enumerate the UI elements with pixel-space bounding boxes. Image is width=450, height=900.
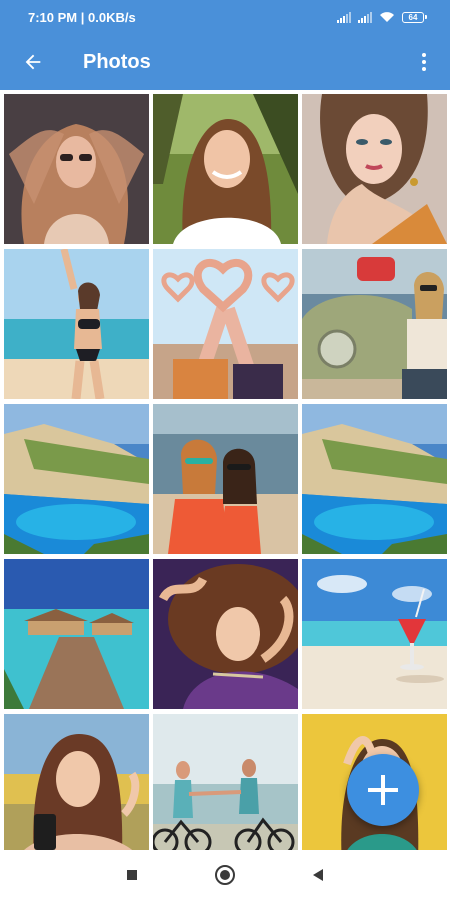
system-nav-bar [0, 850, 450, 900]
photo-woman-portrait-pose[interactable] [302, 94, 447, 244]
photo-couple-bicycles[interactable] [153, 714, 298, 850]
wifi-icon [380, 12, 394, 22]
photo-woman-vintage-car[interactable] [302, 249, 447, 399]
home-button[interactable] [213, 863, 237, 887]
page-title: Photos [83, 50, 151, 73]
home-circle-icon [215, 865, 235, 885]
plus-icon [368, 775, 398, 805]
signal-icon [358, 11, 372, 23]
recents-square-icon [127, 870, 137, 880]
photo-woman-smiling-outdoors[interactable] [153, 94, 298, 244]
app-bar: Photos [0, 34, 450, 90]
photo-woman-lying-hair[interactable] [153, 559, 298, 709]
photo-beach-drink[interactable] [302, 559, 447, 709]
signal-icon [337, 11, 351, 23]
recents-button[interactable] [120, 863, 144, 887]
photo-grid [4, 94, 447, 850]
battery-level: 64 [408, 12, 418, 22]
status-time-speed: 7:10 PM | 0.0KB/s [28, 9, 136, 25]
battery-icon: 64 [402, 11, 427, 23]
overflow-menu-button[interactable] [410, 42, 438, 82]
system-back-button[interactable] [306, 863, 330, 887]
more-vert-icon [422, 53, 426, 57]
photo-island-cove-copy[interactable] [302, 404, 447, 554]
photo-overwater-pier[interactable] [4, 559, 149, 709]
status-bar: 7:10 PM | 0.0KB/s 64 [0, 0, 450, 34]
photo-island-cove[interactable] [4, 404, 149, 554]
back-button[interactable] [13, 42, 53, 82]
status-icons: 64 [337, 11, 427, 23]
back-triangle-icon [313, 869, 323, 881]
arrow-back-icon [25, 54, 41, 70]
photo-friends-heart-hands[interactable] [153, 249, 298, 399]
photo-woman-long-hair-sunglasses[interactable] [4, 94, 149, 244]
photo-two-women-beach[interactable] [153, 404, 298, 554]
add-photo-button[interactable] [347, 754, 419, 826]
photo-woman-bikini-beach[interactable] [4, 249, 149, 399]
photo-woman-phone[interactable] [4, 714, 149, 850]
